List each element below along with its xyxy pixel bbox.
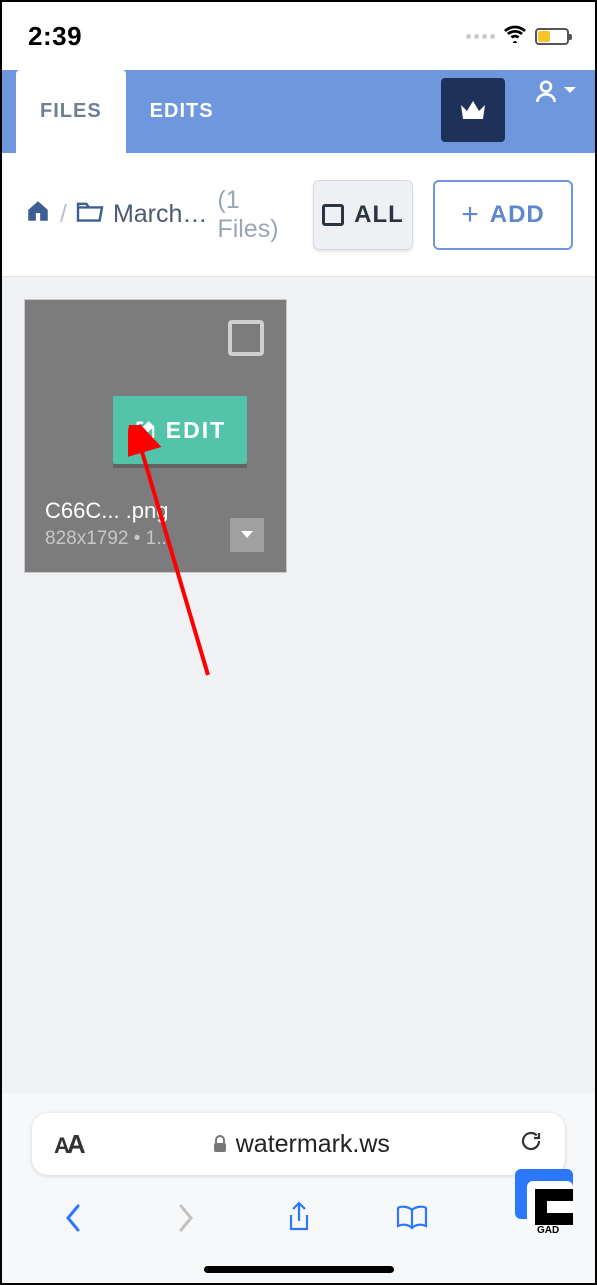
nav-forward-button bbox=[164, 1202, 208, 1234]
file-meta: 828x1792 • 1... bbox=[45, 528, 172, 550]
nav-back-button[interactable] bbox=[51, 1202, 95, 1234]
status-icons bbox=[466, 23, 569, 49]
file-thumbnail[interactable]: EDIT C66C... .png 828x1792 • 1... bbox=[24, 299, 287, 573]
chevron-right-icon bbox=[176, 1202, 196, 1234]
premium-button[interactable] bbox=[441, 78, 505, 142]
status-time: 2:39 bbox=[28, 21, 82, 52]
caret-down-icon bbox=[239, 529, 255, 541]
tab-files[interactable]: FILES bbox=[16, 70, 126, 153]
file-select-checkbox[interactable] bbox=[228, 320, 264, 356]
profile-menu[interactable] bbox=[533, 78, 577, 104]
book-icon bbox=[395, 1204, 429, 1232]
folder-icon bbox=[75, 199, 105, 230]
crown-icon bbox=[459, 99, 487, 121]
url-display[interactable]: watermark.ws bbox=[83, 1130, 519, 1159]
reader-mode-button[interactable]: AA bbox=[54, 1129, 83, 1160]
breadcrumb-count: (1 Files) bbox=[217, 186, 307, 244]
breadcrumb-folder[interactable]: March ... bbox=[113, 200, 209, 229]
app-tabs: FILES EDITS bbox=[2, 70, 595, 153]
toolbar: / March ... (1 Files) ALL + ADD bbox=[2, 153, 595, 277]
checkbox-icon bbox=[322, 204, 344, 226]
bookmarks-button[interactable] bbox=[390, 1204, 434, 1232]
edit-label: EDIT bbox=[166, 417, 226, 444]
url-bar[interactable]: AA watermark.ws bbox=[32, 1113, 565, 1175]
watermark-logo: GAD bbox=[505, 1163, 589, 1235]
file-name: C66C... .png bbox=[45, 498, 169, 524]
reload-icon bbox=[519, 1129, 543, 1153]
pencil-icon bbox=[134, 419, 156, 441]
plus-icon: + bbox=[461, 198, 480, 232]
battery-icon bbox=[535, 28, 569, 45]
file-grid: EDIT C66C... .png 828x1792 • 1... bbox=[2, 277, 595, 1107]
status-bar: 2:39 bbox=[2, 2, 595, 70]
breadcrumb: / March ... (1 Files) bbox=[24, 186, 307, 244]
url-text: watermark.ws bbox=[236, 1130, 390, 1159]
home-indicator[interactable] bbox=[204, 1266, 394, 1273]
svg-text:GAD: GAD bbox=[537, 1225, 559, 1235]
cellular-dots-icon bbox=[466, 34, 495, 39]
caret-down-icon bbox=[563, 86, 577, 96]
add-label: ADD bbox=[490, 201, 545, 229]
file-menu-button[interactable] bbox=[230, 518, 264, 552]
share-icon bbox=[286, 1201, 312, 1235]
home-icon[interactable] bbox=[24, 198, 52, 231]
reload-button[interactable] bbox=[519, 1129, 543, 1160]
breadcrumb-separator: / bbox=[60, 200, 67, 229]
wifi-icon bbox=[503, 23, 527, 49]
share-button[interactable] bbox=[277, 1201, 321, 1235]
add-button[interactable]: + ADD bbox=[433, 180, 573, 250]
select-all-label: ALL bbox=[354, 201, 404, 229]
chevron-left-icon bbox=[63, 1202, 83, 1234]
user-icon bbox=[533, 78, 559, 104]
select-all-button[interactable]: ALL bbox=[313, 180, 413, 250]
edit-button[interactable]: EDIT bbox=[113, 396, 247, 464]
tab-edits[interactable]: EDITS bbox=[126, 70, 238, 153]
lock-icon bbox=[212, 1135, 228, 1153]
